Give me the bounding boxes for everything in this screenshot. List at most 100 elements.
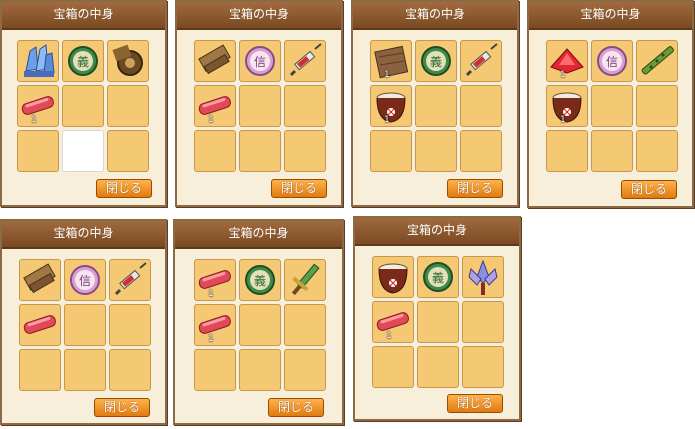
item-grid: 義1 — [17, 40, 149, 172]
svg-text:義: 義 — [430, 54, 442, 69]
inventory-slot[interactable]: 義 — [239, 259, 281, 301]
item-quantity: 1 — [208, 115, 214, 125]
inventory-slot[interactable] — [194, 130, 236, 172]
item-quantity: 1 — [560, 70, 566, 80]
item-quantity: 1 — [386, 331, 392, 341]
inventory-slot[interactable] — [546, 130, 588, 172]
svg-text:信: 信 — [606, 55, 618, 69]
inventory-slot[interactable] — [239, 349, 281, 391]
inventory-slot[interactable] — [284, 130, 326, 172]
inventory-slot[interactable] — [109, 304, 151, 346]
inventory-slot[interactable]: 1 — [194, 85, 236, 127]
inventory-slot[interactable] — [107, 85, 149, 127]
inventory-slot[interactable] — [460, 85, 502, 127]
inventory-slot[interactable] — [417, 301, 459, 343]
item-quantity: 1 — [208, 334, 214, 344]
inventory-slot[interactable] — [636, 85, 678, 127]
item-quantity: 1 — [384, 115, 390, 125]
inventory-slot[interactable]: 1 — [370, 40, 412, 82]
close-button[interactable]: 閉じる — [447, 179, 503, 198]
inventory-slot[interactable] — [372, 346, 414, 388]
chest-window-5: 宝箱の中身 信 閉じる — [0, 219, 167, 425]
inventory-slot[interactable]: 義 — [417, 256, 459, 298]
window-title: 宝箱の中身 — [177, 2, 341, 30]
inventory-slot[interactable]: 1 — [17, 85, 59, 127]
inventory-slot[interactable] — [239, 85, 281, 127]
inventory-slot[interactable] — [109, 259, 151, 301]
close-button[interactable]: 閉じる — [96, 179, 152, 198]
item-quantity: 1 — [208, 289, 214, 299]
item-grid: 信 — [19, 259, 151, 391]
chest-window-2: 宝箱の中身 信1 閉じる — [175, 0, 343, 207]
item-grid: 1 義 1 — [370, 40, 502, 172]
inventory-slot[interactable] — [462, 256, 504, 298]
item-quantity: 1 — [384, 70, 390, 80]
inventory-slot[interactable]: 信 — [64, 259, 106, 301]
chest-window-4: 宝箱の中身 1 信 1 閉じる — [527, 0, 694, 208]
inventory-slot[interactable]: 1 — [194, 304, 236, 346]
inventory-slot[interactable]: 1 — [194, 259, 236, 301]
inventory-slot[interactable] — [107, 130, 149, 172]
inventory-slot[interactable] — [17, 40, 59, 82]
inventory-slot[interactable]: 1 — [546, 85, 588, 127]
inventory-slot[interactable]: 義 — [415, 40, 457, 82]
inventory-slot[interactable]: 信 — [239, 40, 281, 82]
inventory-slot[interactable] — [591, 85, 633, 127]
inventory-slot[interactable] — [372, 256, 414, 298]
inventory-slot[interactable] — [462, 346, 504, 388]
chest-window-6: 宝箱の中身 1 義 1 閉じる — [173, 219, 344, 425]
inventory-slot[interactable] — [62, 85, 104, 127]
window-title: 宝箱の中身 — [2, 2, 165, 30]
svg-text:義: 義 — [432, 270, 444, 285]
inventory-slot[interactable]: 1 — [372, 301, 414, 343]
item-grid: 1 信 1 — [546, 40, 678, 172]
window-title: 宝箱の中身 — [175, 221, 342, 249]
inventory-slot[interactable] — [591, 130, 633, 172]
inventory-slot[interactable]: 義 — [62, 40, 104, 82]
inventory-slot[interactable] — [460, 130, 502, 172]
inventory-slot[interactable] — [370, 130, 412, 172]
inventory-slot[interactable] — [64, 349, 106, 391]
inventory-slot[interactable] — [417, 346, 459, 388]
inventory-slot[interactable] — [460, 40, 502, 82]
inventory-slot[interactable] — [194, 349, 236, 391]
inventory-slot[interactable] — [17, 130, 59, 172]
close-button[interactable]: 閉じる — [447, 394, 503, 413]
inventory-slot[interactable] — [109, 349, 151, 391]
item-quantity: 1 — [31, 115, 37, 125]
item-grid: 義1 — [372, 256, 504, 388]
inventory-slot[interactable] — [19, 259, 61, 301]
svg-text:信: 信 — [254, 55, 266, 69]
window-title: 宝箱の中身 — [355, 218, 519, 246]
inventory-slot[interactable] — [19, 349, 61, 391]
item-grid: 信1 — [194, 40, 326, 172]
inventory-slot[interactable]: 1 — [546, 40, 588, 82]
inventory-slot[interactable] — [62, 130, 104, 172]
inventory-slot[interactable]: 信 — [591, 40, 633, 82]
inventory-slot[interactable] — [194, 40, 236, 82]
close-button[interactable]: 閉じる — [621, 180, 677, 199]
inventory-slot[interactable] — [284, 304, 326, 346]
close-button[interactable]: 閉じる — [271, 179, 327, 198]
inventory-slot[interactable] — [284, 40, 326, 82]
inventory-slot[interactable] — [415, 130, 457, 172]
inventory-slot[interactable] — [462, 301, 504, 343]
item-grid: 1 義 1 — [194, 259, 326, 391]
chest-window-3: 宝箱の中身 1 義 1 閉じる — [351, 0, 519, 207]
inventory-slot[interactable] — [284, 259, 326, 301]
inventory-slot[interactable]: 1 — [370, 85, 412, 127]
close-button[interactable]: 閉じる — [94, 398, 150, 417]
inventory-slot[interactable] — [239, 130, 281, 172]
inventory-slot[interactable] — [284, 349, 326, 391]
inventory-slot[interactable] — [239, 304, 281, 346]
inventory-slot[interactable] — [64, 304, 106, 346]
close-button[interactable]: 閉じる — [268, 398, 324, 417]
inventory-slot[interactable] — [107, 40, 149, 82]
svg-text:義: 義 — [254, 273, 266, 288]
inventory-slot[interactable] — [636, 40, 678, 82]
inventory-slot[interactable] — [415, 85, 457, 127]
inventory-slot[interactable] — [636, 130, 678, 172]
inventory-slot[interactable] — [19, 304, 61, 346]
chest-window-7: 宝箱の中身 義1 閉じる — [353, 216, 521, 421]
inventory-slot[interactable] — [284, 85, 326, 127]
